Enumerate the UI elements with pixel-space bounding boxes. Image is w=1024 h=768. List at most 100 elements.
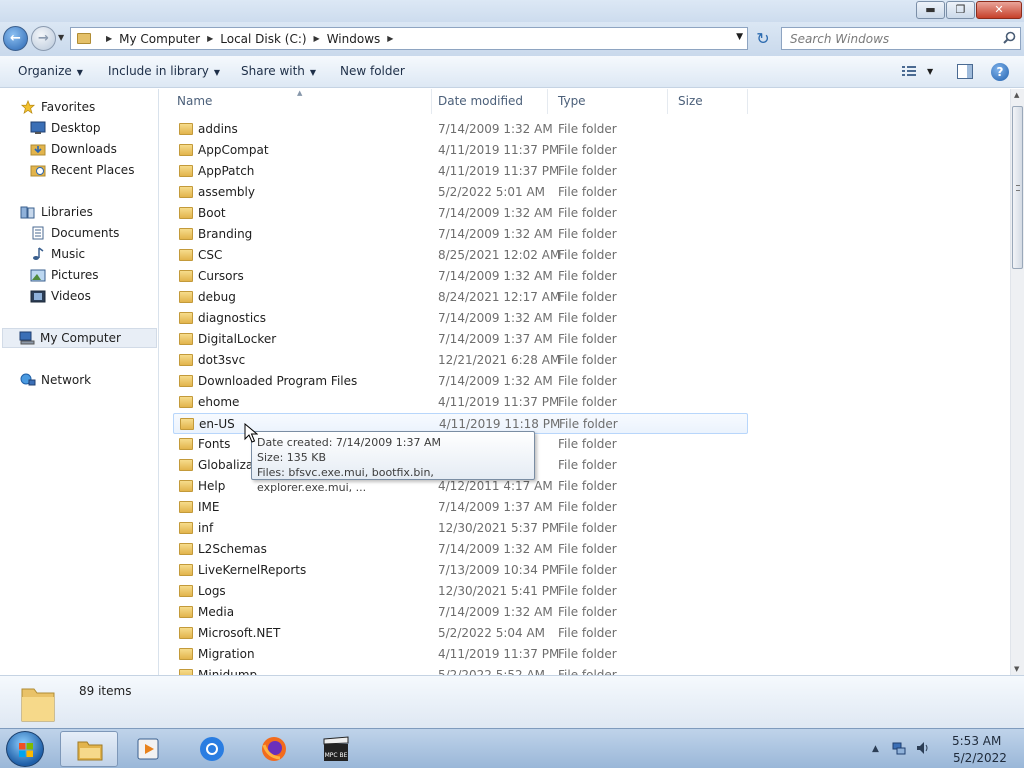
file-date-modified: 7/13/2009 10:34 PM <box>438 563 560 577</box>
clock-time[interactable]: 5:53 AM <box>952 734 1001 748</box>
search-input[interactable] <box>782 28 992 49</box>
table-row[interactable]: Branding 7/14/2009 1:32 AM File folder <box>173 224 748 245</box>
nav-recent-places[interactable]: Recent Places <box>30 160 134 180</box>
address-row: ← → ▼ ▶ My Computer ▶ Local Disk (C:) ▶ … <box>0 22 1024 56</box>
share-with-button[interactable]: Share with ▼ <box>241 64 316 78</box>
table-row[interactable]: LiveKernelReports 7/13/2009 10:34 PM File … <box>173 560 748 581</box>
scroll-down-icon[interactable]: ▼ <box>1014 665 1019 673</box>
taskbar-chrome[interactable] <box>183 731 241 767</box>
volume-icon[interactable] <box>916 741 930 755</box>
file-name: DigitalLocker <box>198 332 277 346</box>
breadcrumb-separator-icon[interactable]: ▶ <box>314 34 320 43</box>
table-row[interactable]: IME 7/14/2009 1:37 AM File folder <box>173 497 748 518</box>
recent-pages-dropdown[interactable]: ▼ <box>58 33 64 42</box>
table-row[interactable]: AppPatch 4/11/2019 11:37 PM File folder <box>173 161 748 182</box>
nav-downloads[interactable]: Downloads <box>30 139 117 159</box>
table-row[interactable]: debug 8/24/2021 12:17 AM File folder <box>173 287 748 308</box>
nav-my-computer[interactable]: My Computer <box>2 328 157 348</box>
table-row[interactable]: Boot 7/14/2009 1:32 AM File folder <box>173 203 748 224</box>
folder-icon <box>179 606 193 618</box>
breadcrumb-separator-icon[interactable]: ▶ <box>387 34 393 43</box>
taskbar-firefox[interactable] <box>245 731 303 767</box>
scroll-up-icon[interactable]: ▲ <box>1014 91 1019 99</box>
taskbar-mpc-be[interactable]: MPC BE <box>307 731 365 767</box>
close-button[interactable]: ✕ <box>976 1 1022 19</box>
table-row[interactable]: Migration 4/11/2019 11:37 PM File folder <box>173 644 748 665</box>
table-row[interactable]: inf 12/30/2021 5:37 PM File folder <box>173 518 748 539</box>
file-type: File folder <box>558 584 617 598</box>
file-type: File folder <box>558 206 617 220</box>
file-date-modified: 4/11/2019 11:37 PM <box>438 164 560 178</box>
arrow-right-icon: → <box>38 31 49 46</box>
file-type: File folder <box>558 353 617 367</box>
search-box[interactable] <box>781 27 1021 50</box>
table-row[interactable]: ehome 4/11/2019 11:37 PM File folder <box>173 392 748 413</box>
start-button[interactable] <box>6 731 44 767</box>
help-icon[interactable]: ? <box>991 63 1009 81</box>
breadcrumb-windows[interactable]: Windows <box>327 32 381 46</box>
file-name: Branding <box>198 227 253 241</box>
scrollbar-thumb[interactable] <box>1012 106 1023 269</box>
taskbar-media-player[interactable] <box>120 731 178 767</box>
breadcrumb-my-computer[interactable]: My Computer <box>119 32 200 46</box>
column-header-type[interactable]: Type <box>548 89 668 114</box>
file-type: File folder <box>558 290 617 304</box>
taskbar-explorer[interactable] <box>60 731 118 767</box>
forward-button[interactable]: → <box>31 26 56 51</box>
search-icon[interactable] <box>1003 31 1016 44</box>
nav-music[interactable]: Music <box>30 244 85 264</box>
include-in-library-button[interactable]: Include in library ▼ <box>108 64 220 78</box>
back-button[interactable]: ← <box>3 26 28 51</box>
network-status-icon[interactable] <box>892 741 906 755</box>
clock-date[interactable]: 5/2/2022 <box>953 751 1007 765</box>
breadcrumb-separator-icon[interactable]: ▶ <box>106 34 112 43</box>
table-row[interactable]: DigitalLocker 7/14/2009 1:37 AM File folde… <box>173 329 748 350</box>
nav-favorites[interactable]: Favorites <box>20 97 95 117</box>
table-row[interactable]: diagnostics 7/14/2009 1:32 AM File folder <box>173 308 748 329</box>
nav-documents[interactable]: Documents <box>30 223 119 243</box>
preview-pane-icon[interactable] <box>957 64 973 79</box>
table-row[interactable]: Media 7/14/2009 1:32 AM File folder <box>173 602 748 623</box>
folder-icon <box>179 585 193 597</box>
nav-libraries[interactable]: Libraries <box>20 202 93 222</box>
window-controls: ▬ ❐ ✕ <box>915 1 1022 19</box>
file-date-modified: 4/11/2019 11:37 PM <box>438 647 560 661</box>
minimize-button[interactable]: ▬ <box>916 1 945 19</box>
table-row[interactable]: assembly 5/2/2022 5:01 AM File folder <box>173 182 748 203</box>
new-folder-button[interactable]: New folder <box>340 64 405 78</box>
column-header-date-modified[interactable]: Date modified <box>428 89 548 114</box>
column-header-size[interactable]: Size <box>668 89 748 114</box>
file-type: File folder <box>558 500 617 514</box>
table-row[interactable]: Microsoft.NET 5/2/2022 5:04 AM File folder <box>173 623 748 644</box>
file-type: File folder <box>558 185 617 199</box>
vertical-scrollbar[interactable]: ▲ ▼ <box>1010 89 1024 675</box>
table-row[interactable]: Logs 12/30/2021 5:41 PM File folder <box>173 581 748 602</box>
file-date-modified: 4/11/2019 11:37 PM <box>438 143 560 157</box>
breadcrumb-local-disk[interactable]: Local Disk (C:) <box>220 32 306 46</box>
table-row[interactable]: CSC 8/25/2021 12:02 AM File folder <box>173 245 748 266</box>
table-row[interactable]: addins 7/14/2009 1:32 AM File folder <box>173 119 748 140</box>
organize-button[interactable]: Organize ▼ <box>18 64 83 78</box>
maximize-button[interactable]: ❐ <box>946 1 975 19</box>
nav-videos[interactable]: Videos <box>30 286 91 306</box>
nav-network[interactable]: Network <box>20 370 91 390</box>
address-history-dropdown[interactable]: ▼ <box>736 32 743 42</box>
address-bar[interactable]: ▶ My Computer ▶ Local Disk (C:) ▶ Window… <box>70 27 748 50</box>
table-row[interactable]: L2Schemas 7/14/2009 1:32 AM File folder <box>173 539 748 560</box>
table-row[interactable]: Cursors 7/14/2009 1:32 AM File folder <box>173 266 748 287</box>
nav-desktop[interactable]: Desktop <box>30 118 101 138</box>
view-options-dropdown[interactable]: ▼ <box>927 67 933 76</box>
table-row[interactable]: Minidump 5/2/2022 5:52 AM File folder <box>173 665 748 675</box>
table-row[interactable]: dot3svc 12/21/2021 6:28 AM File folder <box>173 350 748 371</box>
show-hidden-icons-icon[interactable]: ▲ <box>872 744 879 754</box>
chevron-down-icon: ▼ <box>213 68 221 77</box>
breadcrumb-separator-icon[interactable]: ▶ <box>207 34 213 43</box>
refresh-button[interactable]: ↻ <box>752 28 774 50</box>
table-row[interactable]: Downloaded Program Files 7/14/2009 1:32 A… <box>173 371 748 392</box>
nav-pictures[interactable]: Pictures <box>30 265 99 285</box>
mouse-cursor-icon <box>244 423 258 443</box>
change-view-icon[interactable] <box>901 65 917 78</box>
table-row[interactable]: AppCompat 4/11/2019 11:37 PM File folder <box>173 140 748 161</box>
arrow-left-icon: ← <box>10 31 21 46</box>
file-type: File folder <box>558 395 617 409</box>
